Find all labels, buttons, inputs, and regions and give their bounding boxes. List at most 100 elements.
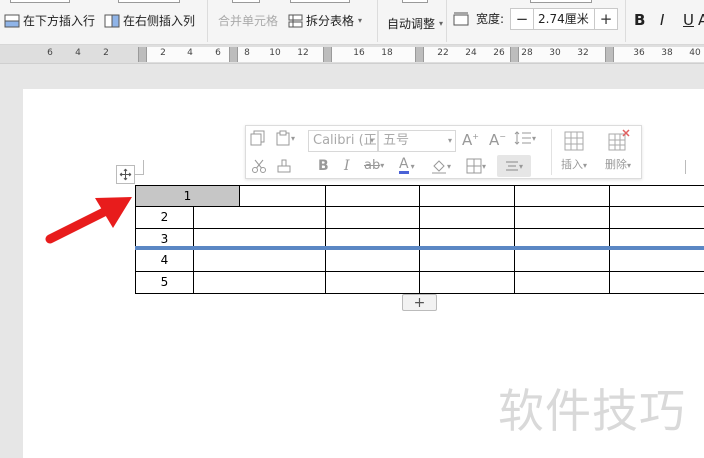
move-arrows-icon bbox=[119, 168, 132, 181]
chevron-down-icon: ▾ bbox=[447, 136, 452, 145]
table-cell[interactable] bbox=[193, 271, 326, 294]
italic-button[interactable]: I bbox=[660, 11, 664, 29]
ruler-number: 38 bbox=[661, 48, 673, 58]
ruler-number: 28 bbox=[521, 48, 533, 58]
increase-font-size-button[interactable]: A+ bbox=[462, 131, 479, 149]
insert-col-right-button[interactable]: 在右侧插入列 bbox=[104, 12, 195, 29]
format-painter-icon bbox=[277, 159, 291, 173]
chevron-down-icon: ▾ bbox=[482, 161, 487, 171]
borders-button[interactable]: ▾ bbox=[466, 158, 486, 174]
table-cell[interactable] bbox=[325, 185, 420, 207]
width-label: 宽度: bbox=[476, 12, 505, 26]
table-cell[interactable] bbox=[514, 271, 610, 294]
ruler-number: 26 bbox=[493, 48, 505, 58]
table-cell[interactable] bbox=[419, 185, 515, 207]
table-cell[interactable] bbox=[609, 185, 704, 207]
merge-cells-button[interactable]: 合并单元格 bbox=[218, 12, 278, 29]
ribbon-divider bbox=[207, 0, 208, 42]
ruler-column-marker[interactable] bbox=[415, 47, 424, 62]
ruler-column-marker[interactable] bbox=[229, 47, 238, 62]
ruler-column-marker[interactable] bbox=[323, 47, 332, 62]
ruler-number: 2 bbox=[160, 48, 166, 58]
delete-label: 删除 bbox=[604, 158, 627, 171]
table-cell[interactable] bbox=[193, 206, 326, 229]
table-cell[interactable] bbox=[193, 249, 326, 272]
ruler-column-marker[interactable] bbox=[510, 47, 519, 62]
strikethrough-icon: ab bbox=[364, 158, 381, 173]
width-value-input[interactable]: 2.74厘米 bbox=[533, 9, 595, 29]
italic-button[interactable]: I bbox=[344, 158, 350, 174]
table-cell[interactable]: 4 bbox=[135, 249, 194, 272]
table-cell[interactable] bbox=[419, 271, 515, 294]
align-center-button[interactable]: ▾ bbox=[497, 155, 531, 177]
ribbon-cutoff-button[interactable] bbox=[10, 0, 70, 3]
insert-row-below-button[interactable]: 在下方插入行 bbox=[4, 12, 95, 29]
add-row-button[interactable]: + bbox=[402, 294, 437, 311]
table-cell[interactable] bbox=[514, 249, 610, 272]
width-increase-button[interactable]: + bbox=[595, 9, 617, 29]
row-number: 2 bbox=[160, 210, 169, 224]
table-cell[interactable] bbox=[514, 206, 610, 229]
table-cell[interactable]: 5 bbox=[135, 271, 194, 294]
strikethrough-button[interactable]: ab ▾ bbox=[364, 158, 384, 173]
ribbon-cutoff-button[interactable] bbox=[402, 0, 428, 3]
chevron-down-icon: ▾ bbox=[532, 133, 537, 143]
auto-adjust-button[interactable]: 自动调整 ▾ bbox=[387, 15, 443, 32]
table-cell[interactable] bbox=[609, 249, 704, 272]
chevron-down-icon: ▾ bbox=[518, 161, 523, 171]
font-name-value: Calibri (正 bbox=[313, 133, 377, 148]
insert-table-button[interactable]: 插入▾ bbox=[554, 129, 594, 172]
font-color-button[interactable]: A ▾ bbox=[399, 156, 415, 174]
horizontal-ruler: 6 4 2 2 4 6 8 10 12 16 18 22 24 26 28 30… bbox=[0, 45, 704, 64]
delete-table-icon bbox=[608, 129, 630, 151]
font-size-dropdown[interactable]: 五号 ▾ bbox=[378, 130, 456, 152]
underline-button[interactable]: U bbox=[683, 11, 694, 29]
decrease-font-size-button[interactable]: A− bbox=[489, 131, 506, 149]
chevron-down-icon: ▾ bbox=[291, 133, 296, 143]
table-cell[interactable] bbox=[239, 185, 326, 207]
ribbon-cutoff-button[interactable] bbox=[530, 0, 592, 3]
font-name-dropdown[interactable]: Calibri (正 ▾ bbox=[308, 130, 378, 152]
ribbon-cutoff-button[interactable] bbox=[290, 0, 350, 3]
width-stepper[interactable]: − 2.74厘米 + bbox=[510, 8, 618, 30]
format-painter-button[interactable] bbox=[276, 158, 292, 174]
highlight-button[interactable]: ▾ bbox=[431, 158, 451, 174]
ruler-indent-marker[interactable] bbox=[138, 47, 147, 62]
bold-button[interactable]: B bbox=[318, 158, 329, 174]
ruler-column-marker[interactable] bbox=[605, 47, 614, 62]
bold-button[interactable]: B bbox=[634, 11, 645, 29]
row-insert-indicator-line bbox=[135, 246, 704, 250]
table-cell[interactable] bbox=[419, 206, 515, 229]
ribbon-divider bbox=[377, 0, 378, 42]
paste-icon bbox=[276, 130, 290, 146]
insert-col-right-label: 在右侧插入列 bbox=[123, 14, 196, 28]
split-table-button[interactable]: 拆分表格 ▾ bbox=[288, 12, 362, 29]
copy-button[interactable] bbox=[250, 130, 266, 146]
delete-table-button[interactable]: 删除▾ bbox=[598, 129, 638, 172]
width-decrease-button[interactable]: − bbox=[511, 9, 533, 29]
ribbon-toolbar: 在下方插入行 在右侧插入列 合并单元格 拆分表格 ▾ 自动调整 ▾ 宽度: − … bbox=[0, 0, 704, 45]
red-arrow-icon bbox=[45, 197, 132, 244]
table-cell[interactable] bbox=[609, 206, 704, 229]
paste-button[interactable]: ▾ bbox=[275, 130, 295, 146]
cut-button[interactable] bbox=[251, 158, 267, 174]
table-move-handle[interactable] bbox=[116, 165, 135, 184]
ribbon-cutoff-button[interactable] bbox=[232, 0, 260, 3]
ruler-number: 8 bbox=[244, 48, 250, 58]
table-cell[interactable] bbox=[325, 206, 420, 229]
font-color-icon: A bbox=[399, 156, 409, 174]
table-cell-selected[interactable]: 1 bbox=[135, 185, 240, 207]
margin-corner-mark bbox=[143, 160, 144, 174]
ribbon-cutoff-button[interactable] bbox=[118, 0, 180, 3]
line-spacing-button[interactable]: ▾ bbox=[514, 130, 536, 146]
table-cell[interactable] bbox=[609, 271, 704, 294]
table-cell[interactable] bbox=[325, 249, 420, 272]
insert-table-icon bbox=[564, 131, 584, 151]
table-cell[interactable] bbox=[514, 185, 610, 207]
table-cell[interactable] bbox=[419, 249, 515, 272]
table-cell[interactable] bbox=[325, 271, 420, 294]
font-more-button[interactable]: A bbox=[698, 11, 704, 29]
column-width-icon bbox=[453, 12, 469, 25]
scissors-icon bbox=[252, 159, 266, 173]
ruler-number: 6 bbox=[47, 48, 53, 58]
